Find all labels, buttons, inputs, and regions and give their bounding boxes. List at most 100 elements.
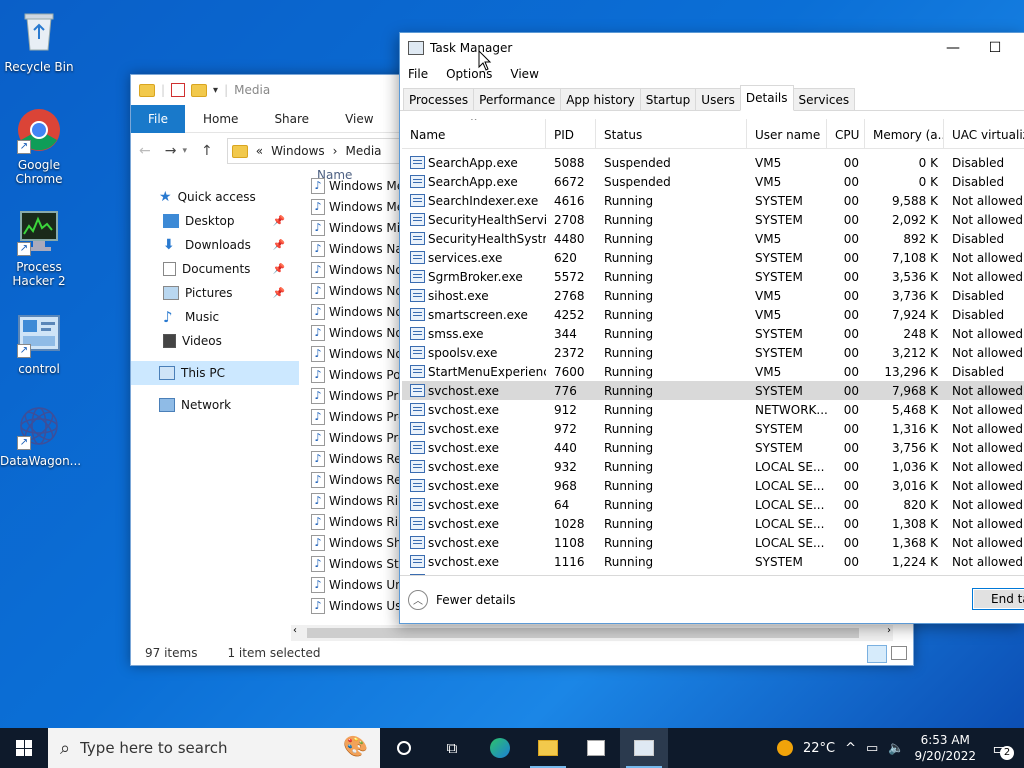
column-header-status[interactable]: Status	[596, 119, 747, 148]
forward-arrow-icon[interactable]: →	[165, 143, 177, 159]
volume-icon[interactable]: 🔈	[888, 741, 904, 756]
process-row[interactable]: svchost.exe 972 Running SYSTEM 00 1,316 K Not …	[402, 419, 1024, 438]
taskbar-store[interactable]	[572, 728, 620, 768]
taskbar-search-box[interactable]: ⌕ Type here to search 🎨	[48, 728, 380, 768]
process-row[interactable]: SecurityHealthServic... 2708 Running SYSTEM…	[402, 210, 1024, 229]
nav-pictures[interactable]: Pictures 📌	[131, 281, 299, 305]
network-status-icon[interactable]: ▭	[866, 741, 878, 756]
large-icons-view-icon[interactable]	[891, 646, 907, 660]
process-row[interactable]: StartMenuExperienc... 7600 Running VM5 00 13,…	[402, 362, 1024, 381]
menu-view[interactable]: View	[510, 67, 538, 81]
process-row[interactable]: svchost.exe 440 Running SYSTEM 00 3,756 K Not …	[402, 438, 1024, 457]
process-row[interactable]: smartscreen.exe 4252 Running VM5 00 7,924 K Di…	[402, 305, 1024, 324]
column-header-uac-virtualization[interactable]: UAC virtualiza	[944, 119, 1024, 148]
process-cpu: 00	[843, 307, 859, 322]
properties-icon[interactable]	[171, 83, 186, 97]
customize-toolbar-icon[interactable]: ▾	[213, 85, 218, 96]
process-row[interactable]: svchost.exe 1028 Running LOCAL SE... 00 1,308…	[402, 514, 1024, 533]
taskbar-file-explorer[interactable]	[524, 728, 572, 768]
chevron-up-icon[interactable]: ︿	[408, 589, 428, 610]
process-row[interactable]: svchost.exe 968 Running LOCAL SE... 00 3,016 …	[402, 476, 1024, 495]
details-view-icon[interactable]	[867, 645, 887, 663]
ribbon-tab-view[interactable]: View	[327, 112, 391, 126]
process-memory: 7,968 K	[891, 383, 938, 398]
column-header-pid[interactable]: PID	[546, 119, 596, 148]
tab-details[interactable]: Details	[739, 85, 794, 111]
nav-downloads[interactable]: ⬇ Downloads 📌	[131, 233, 299, 257]
process-status: Suspended	[604, 174, 671, 189]
task-view-icon: ⧉	[446, 739, 458, 757]
desktop-icon-control[interactable]: ↗ control	[0, 310, 78, 376]
nav-this-pc[interactable]: This PC	[131, 361, 299, 385]
desktop-icon-datawagon[interactable]: ↗ DataWagon...	[0, 402, 81, 468]
process-row[interactable]: svchost.exe 1108 Running LOCAL SE... 00 1,368…	[402, 533, 1024, 552]
process-name-text: svchost.exe	[428, 497, 499, 512]
process-row[interactable]: svchost.exe 1116 Running SYSTEM 00 1,224 K Not…	[402, 552, 1024, 571]
minimize-button[interactable]: —	[930, 33, 976, 63]
desktop-icon-process-hacker[interactable]: ↗ Process Hacker 2	[0, 208, 78, 288]
process-row[interactable]: SgrmBroker.exe 5572 Running SYSTEM 00 3,536 K…	[402, 267, 1024, 286]
weather-temperature[interactable]: 22°C	[803, 741, 835, 756]
process-row[interactable]: SearchIndexer.exe 4616 Running SYSTEM 00 9,58…	[402, 191, 1024, 210]
scroll-right-icon[interactable]: ›	[887, 625, 891, 636]
maximize-button[interactable]: ☐	[972, 33, 1018, 63]
recent-locations-icon[interactable]: ▾	[182, 146, 187, 156]
column-header-memory[interactable]: Memory (a...	[865, 119, 944, 148]
process-row[interactable]: svchost.exe 776 Running SYSTEM 00 7,968 K Not …	[402, 381, 1024, 400]
nav-desktop[interactable]: Desktop 📌	[131, 209, 299, 233]
process-row[interactable]: spoolsv.exe 2372 Running SYSTEM 00 3,212 K Not…	[402, 343, 1024, 362]
back-arrow-icon[interactable]: ←	[139, 143, 151, 159]
start-button[interactable]	[0, 728, 48, 768]
process-name-text: spoolsv.exe	[428, 345, 498, 360]
tab-services[interactable]: Services	[792, 88, 856, 110]
scroll-left-icon[interactable]: ‹	[293, 625, 297, 636]
process-row[interactable]: services.exe 620 Running SYSTEM 00 7,108 K Not…	[402, 248, 1024, 267]
process-user: SYSTEM	[755, 554, 803, 569]
tab-performance[interactable]: Performance	[473, 88, 562, 110]
process-row[interactable]: SecurityHealthSystra... 4480 Running VM5 00 8…	[402, 229, 1024, 248]
show-hidden-icons-icon[interactable]: ^	[845, 741, 856, 756]
process-row[interactable]: sihost.exe 2768 Running VM5 00 3,736 K Disable…	[402, 286, 1024, 305]
desktop-icon-recycle-bin[interactable]: Recycle Bin	[0, 8, 78, 74]
ribbon-tab-share[interactable]: Share	[256, 112, 327, 126]
process-row[interactable]: SearchApp.exe 5088 Suspended VM5 00 0 K Disabl…	[402, 153, 1024, 172]
process-row[interactable]: svchost.exe 932 Running LOCAL SE... 00 1,036 …	[402, 457, 1024, 476]
notification-center-button[interactable]: ▭ 2	[986, 734, 1014, 762]
fewer-details-link[interactable]: Fewer details	[436, 593, 516, 607]
desktop-icon-google-chrome[interactable]: ↗ Google Chrome	[0, 106, 78, 186]
nav-documents[interactable]: Documents 📌	[131, 257, 299, 281]
tab-app-history[interactable]: App history	[560, 88, 641, 110]
new-folder-icon[interactable]	[191, 83, 208, 97]
weather-sun-icon[interactable]	[776, 740, 793, 756]
task-view-icon-button[interactable]: ⧉	[428, 728, 476, 768]
end-task-button[interactable]: End ta	[972, 588, 1024, 610]
process-row[interactable]: svchost.exe 64 Running LOCAL SE... 00 820 K No…	[402, 495, 1024, 514]
ribbon-tab-file[interactable]: File	[131, 104, 185, 133]
tab-startup[interactable]: Startup	[639, 88, 697, 110]
process-uac: Disabled	[952, 231, 1005, 246]
column-header-cpu[interactable]: CPU	[827, 119, 865, 148]
nav-network[interactable]: Network	[131, 393, 299, 417]
address-overflow[interactable]: «	[256, 144, 263, 158]
nav-videos[interactable]: Videos	[131, 329, 299, 353]
ribbon-tab-home[interactable]: Home	[185, 112, 256, 126]
menu-file[interactable]: File	[408, 67, 428, 81]
clock[interactable]: 6:53 AM 9/20/2022	[914, 732, 976, 764]
scrollbar-thumb[interactable]	[307, 628, 859, 638]
process-user: VM5	[755, 155, 782, 170]
tab-processes[interactable]: Processes	[403, 88, 475, 110]
taskbar-edge[interactable]	[476, 728, 524, 768]
horizontal-scrollbar[interactable]: ‹ ›	[291, 625, 893, 641]
tab-users[interactable]: Users	[695, 88, 741, 110]
nav-quick-access[interactable]: ★ Quick access	[131, 185, 299, 209]
breadcrumb-media[interactable]: Media	[345, 144, 381, 158]
column-header-user-name[interactable]: User name	[747, 119, 827, 148]
nav-music[interactable]: ♪ Music	[131, 305, 299, 329]
breadcrumb-windows[interactable]: Windows	[271, 144, 325, 158]
up-arrow-icon[interactable]: ↑	[201, 143, 213, 159]
process-row[interactable]: svchost.exe 912 Running NETWORK... 00 5,468 K…	[402, 400, 1024, 419]
process-row[interactable]: smss.exe 344 Running SYSTEM 00 248 K Not allow…	[402, 324, 1024, 343]
task-view-button[interactable]	[380, 728, 428, 768]
taskbar-task-manager[interactable]	[620, 728, 668, 768]
process-row[interactable]: SearchApp.exe 6672 Suspended VM5 00 0 K Disabl…	[402, 172, 1024, 191]
